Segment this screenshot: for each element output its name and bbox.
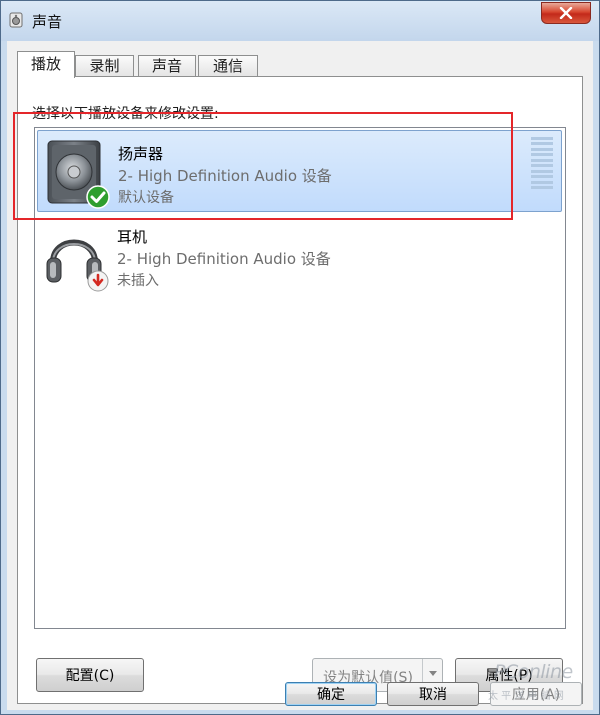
tab-sounds[interactable]: 声音	[138, 55, 196, 77]
check-icon	[86, 185, 110, 209]
speaker-icon	[9, 12, 23, 28]
ok-button[interactable]: 确定	[285, 682, 377, 706]
watermark-subtitle: 太 平 洋 电 脑 网	[488, 691, 564, 702]
close-icon	[559, 7, 573, 19]
close-button[interactable]	[541, 2, 591, 24]
sound-dialog: 声音 播放 录制 声音 通信 选择以下播放设备来修改设置: 扬声器 2- Hig…	[0, 0, 600, 715]
device-name: 耳机	[117, 228, 148, 246]
dialog-client-area: 播放 录制 声音 通信 选择以下播放设备来修改设置: 扬声器 2- High D…	[7, 41, 593, 710]
unplugged-icon	[87, 270, 109, 292]
instruction-text: 选择以下播放设备来修改设置:	[32, 106, 219, 122]
playback-device-list[interactable]: 扬声器 2- High Definition Audio 设备 默认设备 耳机 …	[34, 127, 566, 629]
device-driver: 2- High Definition Audio 设备	[118, 167, 332, 185]
playback-panel: 选择以下播放设备来修改设置: 扬声器 2- High Definition Au…	[17, 76, 583, 704]
title-bar[interactable]: 声音	[1, 1, 599, 41]
device-driver: 2- High Definition Audio 设备	[117, 250, 331, 268]
device-status: 默认设备	[118, 190, 174, 206]
tab-communications[interactable]: 通信	[198, 55, 258, 77]
window-title: 声音	[32, 13, 63, 31]
device-status: 未插入	[117, 273, 159, 289]
configure-button[interactable]: 配置(C)	[36, 658, 144, 692]
device-item-headphones[interactable]: 耳机 2- High Definition Audio 设备 未插入	[37, 214, 562, 296]
watermark: PConline 太 平 洋 电 脑 网	[486, 653, 596, 708]
tab-recording[interactable]: 录制	[75, 55, 134, 77]
chevron-down-icon	[429, 671, 437, 676]
watermark-logo: PConline	[494, 661, 573, 683]
cancel-button[interactable]: 取消	[387, 682, 479, 706]
device-item-speakers[interactable]: 扬声器 2- High Definition Audio 设备 默认设备	[37, 130, 562, 212]
device-name: 扬声器	[118, 145, 164, 163]
tab-playback[interactable]: 播放	[17, 51, 75, 78]
volume-level-meter	[531, 137, 553, 189]
